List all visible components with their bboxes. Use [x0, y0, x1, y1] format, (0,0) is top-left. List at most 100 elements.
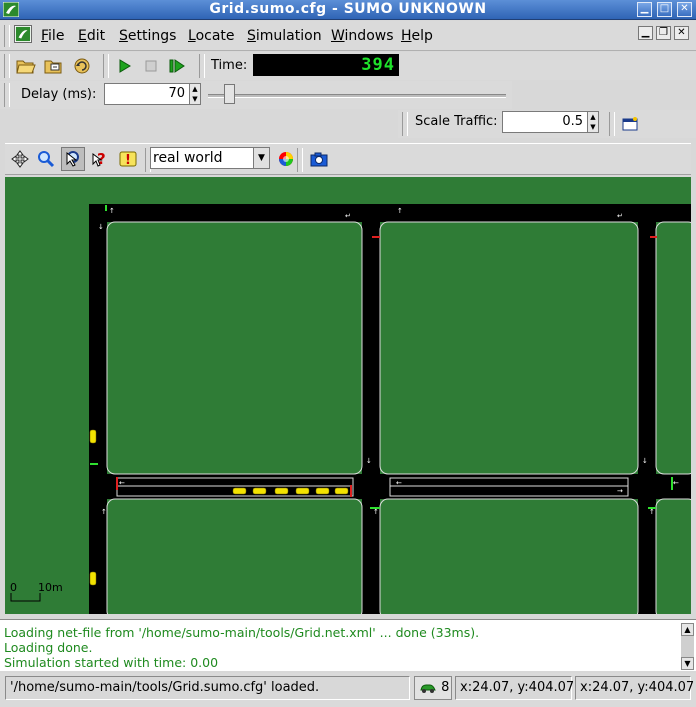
open-network-button[interactable]: [42, 54, 66, 78]
color-scheme-button[interactable]: [274, 147, 298, 171]
message-scrollbar[interactable]: ▲ ▼: [681, 623, 694, 670]
svg-text:↵: ↵: [345, 212, 351, 220]
minimize-button[interactable]: ▁: [637, 2, 652, 17]
road-network[interactable]: ↑ ↵ ↑ ↵ ↓ ↓ ↓ ← ← → ← ↑ ↑ ↑: [5, 177, 691, 614]
svg-text:↓: ↓: [98, 223, 104, 231]
toolbar-grip-3[interactable]: [199, 54, 205, 78]
spin-down-icon[interactable]: ▼: [190, 94, 200, 104]
magnifier-icon: [38, 151, 55, 168]
svg-text:↵: ↵: [617, 212, 623, 220]
delay-slider-track[interactable]: [208, 94, 506, 98]
play-icon: [119, 59, 131, 73]
reload-icon: [74, 58, 90, 74]
scale-distance-label: 10m: [38, 581, 63, 594]
menu-windows[interactable]: Windows: [331, 28, 394, 44]
svg-text:↓: ↓: [366, 457, 372, 465]
svg-text:↑: ↑: [109, 207, 115, 215]
time-label: Time:: [211, 58, 248, 73]
message-window[interactable]: Loading net-file from '/home/sumo-main/t…: [0, 619, 696, 671]
svg-text:↑: ↑: [101, 508, 107, 516]
document-icon[interactable]: [14, 25, 32, 43]
question-icon: ?: [92, 150, 106, 168]
menu-simulation[interactable]: Simulation: [247, 28, 322, 44]
block-4: [106, 498, 363, 614]
vehicle-count-button[interactable]: 8: [414, 676, 452, 700]
run-button[interactable]: [112, 54, 136, 78]
svg-text:↓: ↓: [642, 457, 648, 465]
camera-icon: [310, 152, 328, 167]
step-button[interactable]: [165, 54, 189, 78]
road-middle[interactable]: [362, 204, 380, 614]
maximize-button[interactable]: □: [657, 2, 672, 17]
title-bar[interactable]: Grid.sumo.cfg - SUMO UNKNOWN ▁ □ ✕: [0, 0, 696, 20]
reload-button[interactable]: [70, 54, 94, 78]
scroll-up-icon[interactable]: ▲: [681, 623, 694, 636]
delay-input[interactable]: 70: [104, 83, 189, 105]
scale-toolbar-grip[interactable]: [402, 112, 408, 136]
scale-traffic-spinner[interactable]: ▲ ▼: [587, 111, 599, 133]
simulation-view[interactable]: ↑ ↵ ↑ ↵ ↓ ↓ ↓ ← ← → ← ↑ ↑ ↑ 0 10m: [5, 177, 691, 614]
svg-text:!: !: [125, 153, 131, 168]
window-title: Grid.sumo.cfg - SUMO UNKNOWN: [209, 1, 487, 17]
network-folder-icon: [44, 60, 62, 74]
color-scheme-select[interactable]: real world ▼: [150, 147, 270, 169]
svg-text:→: →: [617, 487, 623, 495]
delay-spinner[interactable]: ▲ ▼: [189, 83, 201, 105]
toolbar-grip[interactable]: [4, 54, 10, 78]
message-line: Simulation started with time: 0.00: [4, 655, 219, 670]
road-right[interactable]: [638, 204, 656, 614]
menu-help[interactable]: Help: [401, 28, 433, 44]
block-1: [106, 221, 363, 475]
view-toolbar: ? !: [5, 143, 691, 175]
scale-spin-up-icon[interactable]: ▲: [588, 112, 598, 122]
window-icon: [622, 117, 638, 131]
color-wheel-icon: [279, 152, 293, 166]
menu-locate[interactable]: Locate: [188, 28, 235, 44]
svg-text:↑: ↑: [649, 508, 655, 516]
delay-toolbar-grip[interactable]: [4, 83, 10, 107]
close-button[interactable]: ✕: [677, 2, 692, 17]
recenter-view-button[interactable]: [8, 147, 32, 171]
mdi-minimize-button[interactable]: ▁: [638, 26, 653, 40]
block-3: [655, 221, 691, 475]
step-icon: [169, 59, 185, 73]
open-config-button[interactable]: [14, 54, 38, 78]
screenshot-button[interactable]: [307, 147, 331, 171]
open-folder-icon: [16, 60, 36, 74]
stop-icon: [145, 60, 157, 72]
scale-bar: [10, 593, 41, 602]
exclamation-icon: !: [119, 151, 137, 168]
block-6: [655, 498, 691, 614]
menu-grip[interactable]: [4, 25, 10, 47]
status-message: '/home/sumo-main/tools/Grid.sumo.cfg' lo…: [5, 676, 410, 700]
cartesian-coordinate: x:24.07, y:404.07: [575, 676, 694, 700]
menu-settings[interactable]: Settings: [119, 28, 176, 44]
status-bar: '/home/sumo-main/tools/Grid.sumo.cfg' lo…: [0, 673, 696, 707]
message-line: Loading done.: [4, 640, 93, 655]
scale-zero-label: 0: [10, 581, 17, 594]
spin-up-icon[interactable]: ▲: [190, 84, 200, 94]
delay-slider-thumb[interactable]: [223, 84, 235, 104]
show-warnings-button[interactable]: !: [116, 147, 140, 171]
road-left[interactable]: [89, 204, 107, 614]
menu-file[interactable]: File: [41, 28, 64, 44]
scroll-down-icon[interactable]: ▼: [681, 657, 694, 670]
car-icon: [420, 684, 436, 693]
select-mode-button[interactable]: [61, 147, 85, 171]
dropdown-arrow-icon[interactable]: ▼: [253, 148, 269, 168]
scale-toolbar-grip-2[interactable]: [609, 112, 615, 136]
svg-text:←: ←: [119, 479, 125, 487]
scale-spin-down-icon[interactable]: ▼: [588, 122, 598, 132]
toolbar-grip-2[interactable]: [103, 54, 109, 78]
mdi-restore-button[interactable]: ❐: [656, 26, 671, 40]
svg-text:←: ←: [396, 479, 402, 487]
stop-button[interactable]: [139, 54, 163, 78]
locate-button[interactable]: [34, 147, 58, 171]
road-top[interactable]: [89, 204, 691, 222]
help-inspect-button[interactable]: ?: [89, 147, 113, 171]
edit-breakpoints-button[interactable]: [618, 112, 642, 136]
mdi-close-button[interactable]: ✕: [674, 26, 689, 40]
scale-traffic-input[interactable]: 0.5: [502, 111, 587, 133]
menu-edit[interactable]: Edit: [78, 28, 105, 44]
menu-bar: File Edit Settings Locate Simulation Win…: [0, 21, 696, 51]
